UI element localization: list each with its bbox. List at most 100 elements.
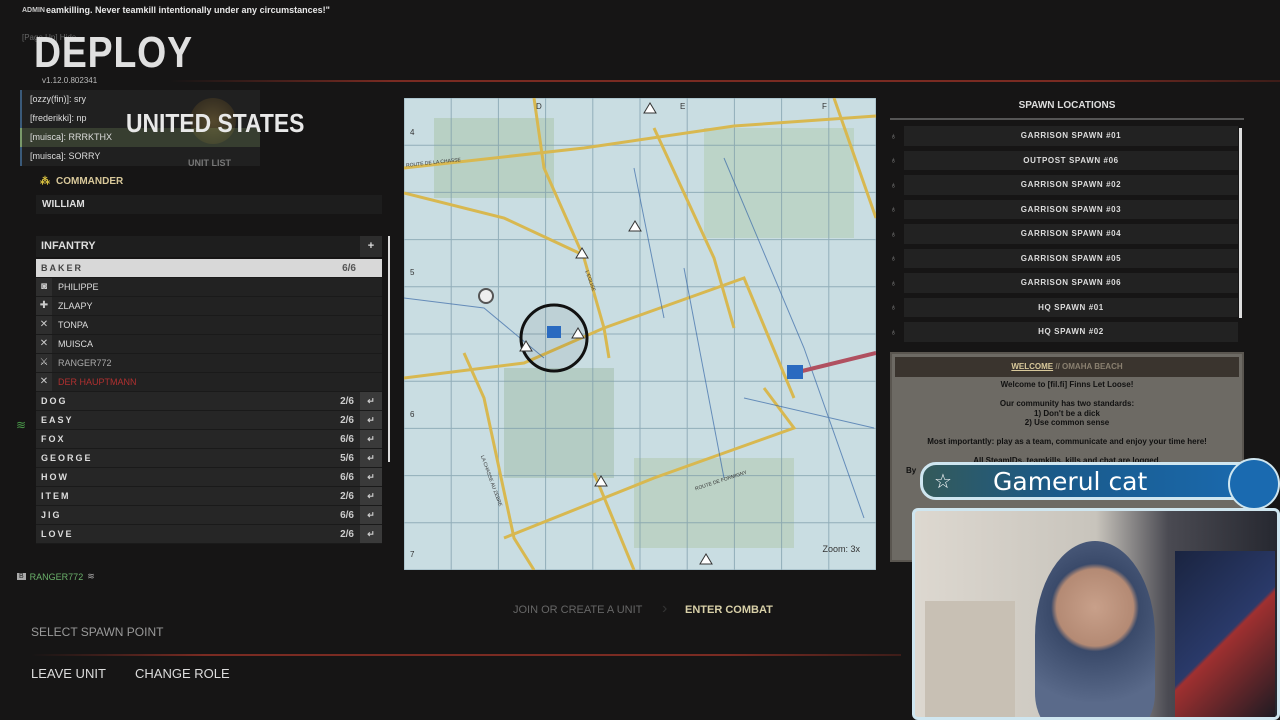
member-name: DER HAUPTMANN [58,377,137,387]
unit-row[interactable]: JIG 6/6 ↵ [36,506,382,525]
unit-count: 2/6 [340,414,354,426]
member-row[interactable]: ◙ PHILIPPE [36,278,382,297]
unit-count: 6/6 [340,509,354,521]
channel-logo [1228,458,1280,510]
join-unit-button[interactable]: ↵ [360,449,382,467]
member-row[interactable]: ✚ ZLAAPY [36,297,382,316]
role-icon: ✚ [36,297,52,315]
welcome-line: Welcome to [fil.fi] Finns Let Loose! [1000,380,1134,389]
step-join-unit[interactable]: JOIN OR CREATE A UNIT [513,604,642,616]
spawn-item[interactable]: ♁ HQ SPAWN #02 [890,322,1238,342]
unit-name: EASY [41,415,74,425]
tab-map-info[interactable]: OMAHA BEACH [1062,362,1123,371]
change-role-button[interactable]: CHANGE ROLE [135,666,230,681]
spawn-item[interactable]: ♁ GARRISON SPAWN #03 [890,199,1238,219]
unit-name: HOW [41,472,69,482]
page-title: DEPLOY [34,28,193,77]
spawn-label: GARRISON SPAWN #03 [904,199,1238,219]
spawn-label: GARRISON SPAWN #06 [904,273,1238,293]
commander-icon: ⁂ [40,176,50,187]
role-icon: ✕ [36,373,52,391]
join-unit-button[interactable]: ↵ [360,430,382,448]
player-badge: B [17,573,26,580]
spawn-icon: ♁ [890,302,898,313]
join-unit-button[interactable]: ↵ [360,392,382,410]
admin-tag: ADMIN [22,7,45,14]
unit-name: LOVE [41,529,74,539]
role-icon: ✕ [36,335,52,353]
spawn-label: GARRISON SPAWN #05 [904,248,1238,268]
create-unit-button[interactable]: + [360,236,382,257]
unit-name: BAKER [41,263,84,273]
spawn-icon: ♁ [890,277,898,288]
divider [170,80,1280,82]
unit-row-baker[interactable]: BAKER 6/6 [36,259,382,278]
unit-row[interactable]: ITEM 2/6 ↵ [36,487,382,506]
unit-count: 5/6 [340,452,354,464]
unit-count: 6/6 [340,471,354,483]
join-unit-button[interactable]: ↵ [360,487,382,505]
spawn-item[interactable]: ♁ OUTPOST SPAWN #06 [890,150,1238,170]
spawn-label: GARRISON SPAWN #02 [904,175,1238,195]
join-unit-button[interactable]: ↵ [360,525,382,543]
spawn-item[interactable]: ♁ HQ SPAWN #01 [890,297,1238,317]
unit-name: ITEM [41,491,71,501]
streamer-name-banner: ☆ Gamerul cat [920,462,1260,500]
member-name: MUISCA [58,339,94,349]
player-name: RANGER772 [29,571,84,582]
spawn-locations-title: SPAWN LOCATIONS [890,98,1244,120]
unit-row[interactable]: EASY 2/6 ↵ [36,411,382,430]
grid-row-label: 7 [410,550,415,559]
tab-separator: // [1055,362,1060,371]
spawn-label: HQ SPAWN #02 [904,322,1238,342]
unit-row[interactable]: FOX 6/6 ↵ [36,430,382,449]
unit-list-scrollbar[interactable] [388,236,390,462]
welcome-line [892,447,1242,457]
join-unit-button[interactable]: ↵ [360,411,382,429]
member-name: TONPA [58,320,89,330]
member-name: ZLAAPY [58,301,93,311]
spawn-item[interactable]: ♁ GARRISON SPAWN #02 [890,175,1238,195]
join-unit-button[interactable]: ↵ [360,506,382,524]
unit-count: 2/6 [340,395,354,407]
player-tag: B RANGER772 ≋ [17,571,95,582]
unit-list-tab[interactable]: UNIT LIST [188,158,231,168]
member-row[interactable]: ✕ MUISCA [36,335,382,354]
grid-col-label: E [680,102,686,111]
role-icon: ≋ [87,571,95,581]
unit-row[interactable]: DOG 2/6 ↵ [36,392,382,411]
spawn-label: GARRISON SPAWN #04 [904,224,1238,244]
member-row[interactable]: ✕ TONPA [36,316,382,335]
member-row[interactable]: ⚔ RANGER772 [36,354,382,373]
version-label: v1.12.0.802341 [42,76,98,85]
leave-unit-button[interactable]: LEAVE UNIT [31,666,106,681]
commander-label: COMMANDER [56,176,124,187]
spawn-list-scrollbar[interactable] [1239,128,1242,318]
enter-combat-button[interactable]: ENTER COMBAT [685,604,773,616]
spawn-item[interactable]: ♁ GARRISON SPAWN #06 [890,273,1238,293]
welcome-line: 1) Don't be a dick [1034,408,1100,418]
squad-icon: ≋ [16,418,27,432]
spawn-item[interactable]: ♁ GARRISON SPAWN #05 [890,248,1238,268]
join-unit-button[interactable]: ↵ [360,468,382,486]
map-graphics [404,98,876,570]
unit-count: 2/6 [340,490,354,502]
unit-row[interactable]: HOW 6/6 ↵ [36,468,382,487]
welcome-line: 2) Use common sense [1024,418,1110,427]
unit-row[interactable]: LOVE 2/6 ↵ [36,525,382,544]
tab-welcome[interactable]: WELCOME [1011,362,1053,371]
commander-slot[interactable]: WILLIAM [36,195,382,214]
tactical-map[interactable]: D E F 4 5 6 7 ROUTE DE LA CHASSE ROUTE D… [404,98,876,570]
infantry-label: INFANTRY [41,240,96,252]
spawn-icon: ♁ [890,155,898,166]
unit-count: 6/6 [342,262,356,274]
unit-name: JIG [41,510,62,520]
spawn-list: ♁ GARRISON SPAWN #01 ♁ OUTPOST SPAWN #06 ♁ GA… [890,126,1238,347]
member-row[interactable]: ✕ DER HAUPTMANN [36,373,382,392]
commander-header: ⁂ COMMANDER [40,176,123,187]
spawn-item[interactable]: ♁ GARRISON SPAWN #04 [890,224,1238,244]
infantry-header: INFANTRY + [36,236,382,257]
welcome-line [892,428,1242,438]
unit-row[interactable]: GEORGE 5/6 ↵ [36,449,382,468]
spawn-item[interactable]: ♁ GARRISON SPAWN #01 [890,126,1238,146]
